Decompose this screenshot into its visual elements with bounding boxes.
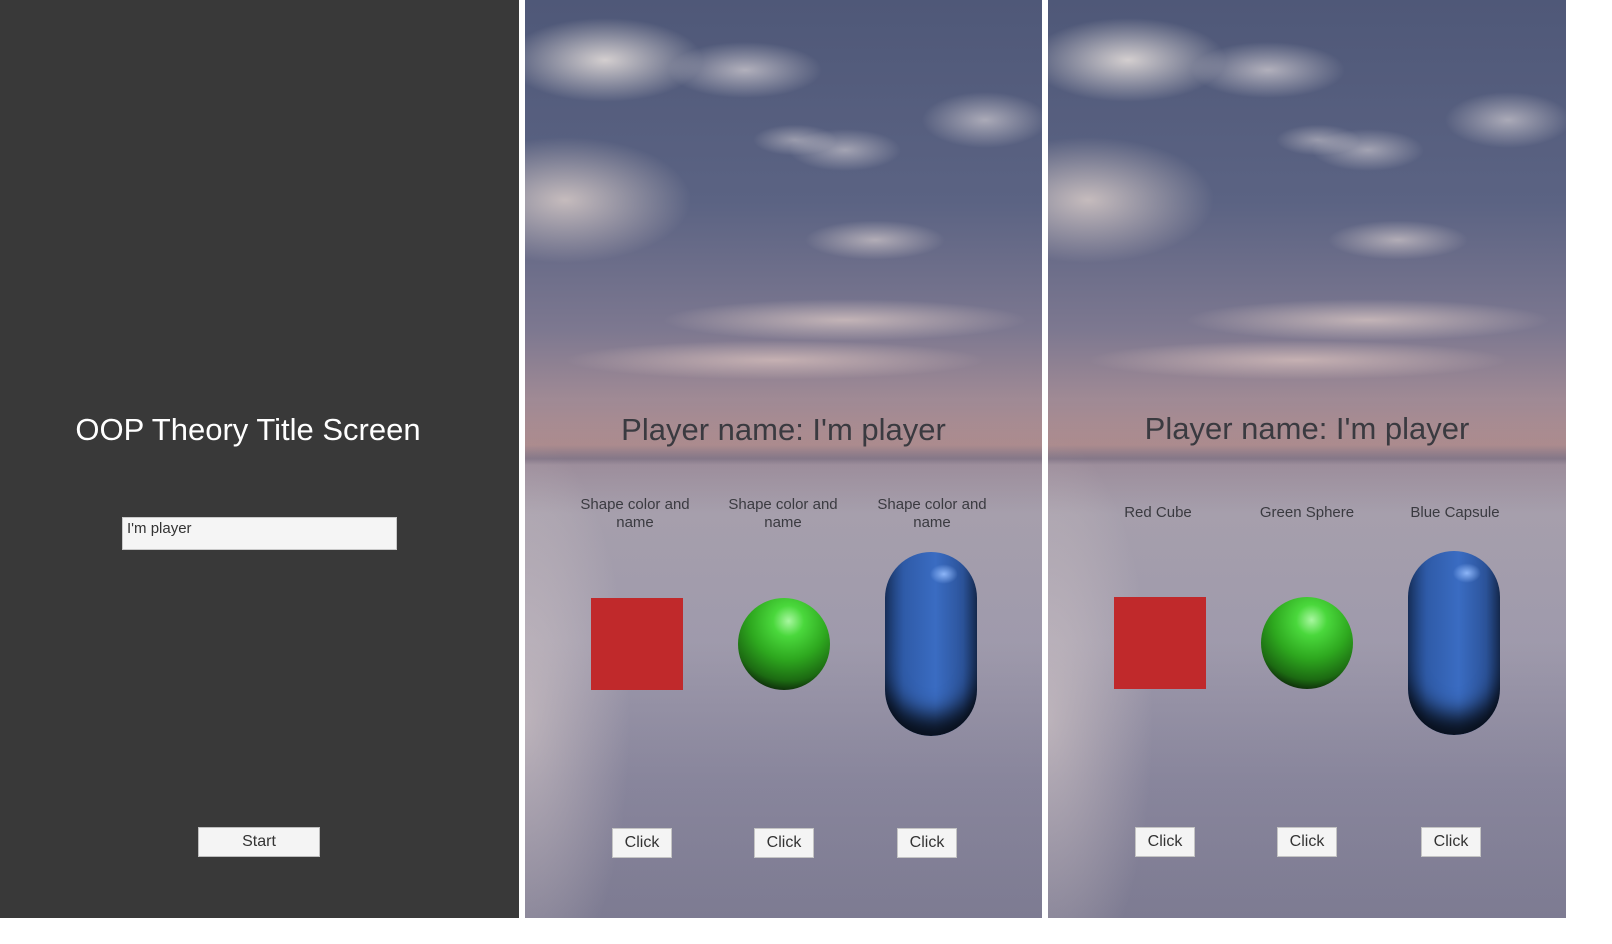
click-button-cube[interactable]: Click [612, 828, 672, 858]
shape-label-capsule: Shape color and name [877, 496, 987, 531]
click-button-capsule[interactable]: Click [1421, 827, 1481, 857]
green-sphere [738, 598, 830, 690]
player-name-input[interactable]: I'm player [122, 517, 397, 550]
shape-label-cube: Shape color and name [580, 496, 690, 531]
blue-capsule [1408, 551, 1500, 735]
green-sphere [1261, 597, 1353, 689]
shape-label-capsule: Blue Capsule [1410, 504, 1500, 521]
red-cube [1114, 597, 1206, 689]
player-name-label: Player name: I'm player [1144, 411, 1470, 446]
click-button-cube[interactable]: Click [1135, 827, 1195, 857]
click-button-sphere[interactable]: Click [1277, 827, 1337, 857]
title-screen-panel: OOP Theory Title Screen I'm player Start [0, 0, 519, 918]
click-button-capsule[interactable]: Click [897, 828, 957, 858]
start-button[interactable]: Start [198, 827, 320, 857]
shape-label-sphere: Shape color and name [728, 496, 838, 531]
title-screen-heading: OOP Theory Title Screen [75, 412, 421, 447]
player-name-label: Player name: I'm player [621, 412, 946, 447]
bottom-margin [0, 918, 1612, 944]
click-button-sphere[interactable]: Click [754, 828, 814, 858]
red-cube [591, 598, 683, 690]
scene-panel-clicked: Player name: I'm player Red Cube Green S… [1048, 0, 1566, 918]
blue-capsule [885, 552, 977, 736]
shape-label-cube: Red Cube [1124, 504, 1192, 521]
scene-panel-initial: Player name: I'm player Shape color and … [525, 0, 1042, 918]
right-margin [1566, 0, 1612, 944]
shape-label-sphere: Green Sphere [1259, 504, 1355, 521]
